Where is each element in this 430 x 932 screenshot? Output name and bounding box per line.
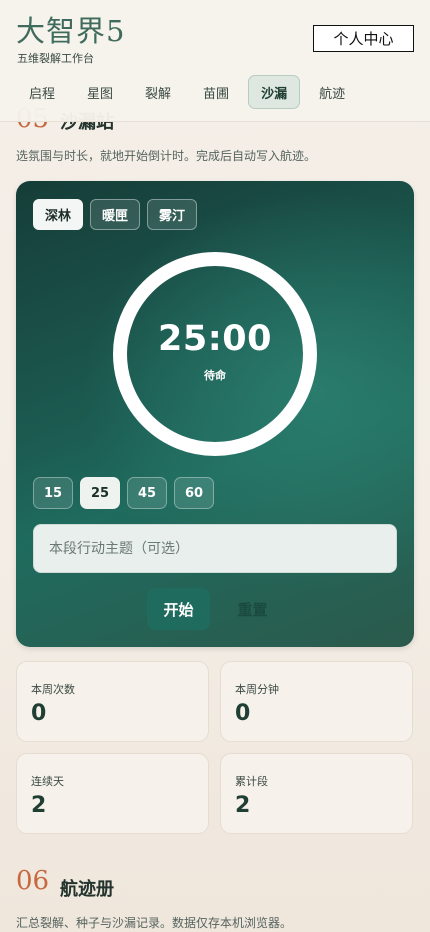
brand-subtitle: 五维裂解工作台 xyxy=(17,52,94,65)
timer-status: 待命 xyxy=(204,369,226,382)
scene-option[interactable]: 雾汀 xyxy=(147,199,198,230)
section-description: 汇总裂解、种子与沙漏记录。数据仅存本机浏览器。 xyxy=(16,916,293,930)
reset-button[interactable]: 重置 xyxy=(221,588,284,630)
scene-option[interactable]: 暖匣 xyxy=(90,199,141,230)
stat-card: 累计段 2 xyxy=(220,753,413,834)
tab-qicheng[interactable]: 启程 xyxy=(16,75,68,109)
scene-option[interactable]: 深林 xyxy=(33,199,84,230)
duration-option[interactable]: 45 xyxy=(127,477,167,509)
timer-display: 25:00 xyxy=(158,319,272,359)
app-header: 大智界5 五维裂解工作台 个人中心 启程 星图 裂解 苗圃 沙漏 航迹 xyxy=(0,0,430,122)
duration-option[interactable]: 60 xyxy=(174,477,214,509)
stat-label: 连续天 xyxy=(31,775,64,788)
stat-label: 累计段 xyxy=(235,775,268,788)
tab-liejie[interactable]: 裂解 xyxy=(132,75,184,109)
tab-hangji[interactable]: 航迹 xyxy=(306,75,358,109)
brand-title: 大智界5 xyxy=(16,14,126,48)
tab-shalou[interactable]: 沙漏 xyxy=(248,75,301,109)
scene-selector: 深林 暖匣 雾汀 xyxy=(33,199,198,230)
timer-card: 深林 暖匣 雾汀 25:00 待命 15 25 45 60 开始 重置 xyxy=(16,181,414,647)
section-description: 选氛围与时长，就地开始倒计时。完成后自动写入航迹。 xyxy=(16,149,317,163)
main-tabs: 启程 星图 裂解 苗圃 沙漏 航迹 xyxy=(16,75,358,111)
page: 05 沙漏站 选氛围与时长，就地开始倒计时。完成后自动写入航迹。 大智界5 五维… xyxy=(0,0,430,932)
duration-option[interactable]: 25 xyxy=(80,477,120,509)
stat-value: 0 xyxy=(235,701,251,726)
topic-input[interactable] xyxy=(33,524,397,573)
tab-xingtu[interactable]: 星图 xyxy=(74,75,126,109)
duration-selector: 15 25 45 60 xyxy=(33,477,214,509)
start-button[interactable]: 开始 xyxy=(147,588,210,630)
stat-label: 本周分钟 xyxy=(235,683,279,696)
stat-card: 本周分钟 0 xyxy=(220,661,413,742)
profile-button[interactable]: 个人中心 xyxy=(313,25,414,52)
duration-option[interactable]: 15 xyxy=(33,477,73,509)
stat-value: 2 xyxy=(31,793,47,818)
section-title: 航迹册 xyxy=(60,879,114,900)
section-number: 06 xyxy=(16,866,50,896)
stat-card: 本周次数 0 xyxy=(16,661,209,742)
tab-miaopu[interactable]: 苗圃 xyxy=(190,75,242,109)
stat-value: 0 xyxy=(31,701,47,726)
stat-card: 连续天 2 xyxy=(16,753,209,834)
stat-value: 2 xyxy=(235,793,251,818)
stat-label: 本周次数 xyxy=(31,683,75,696)
